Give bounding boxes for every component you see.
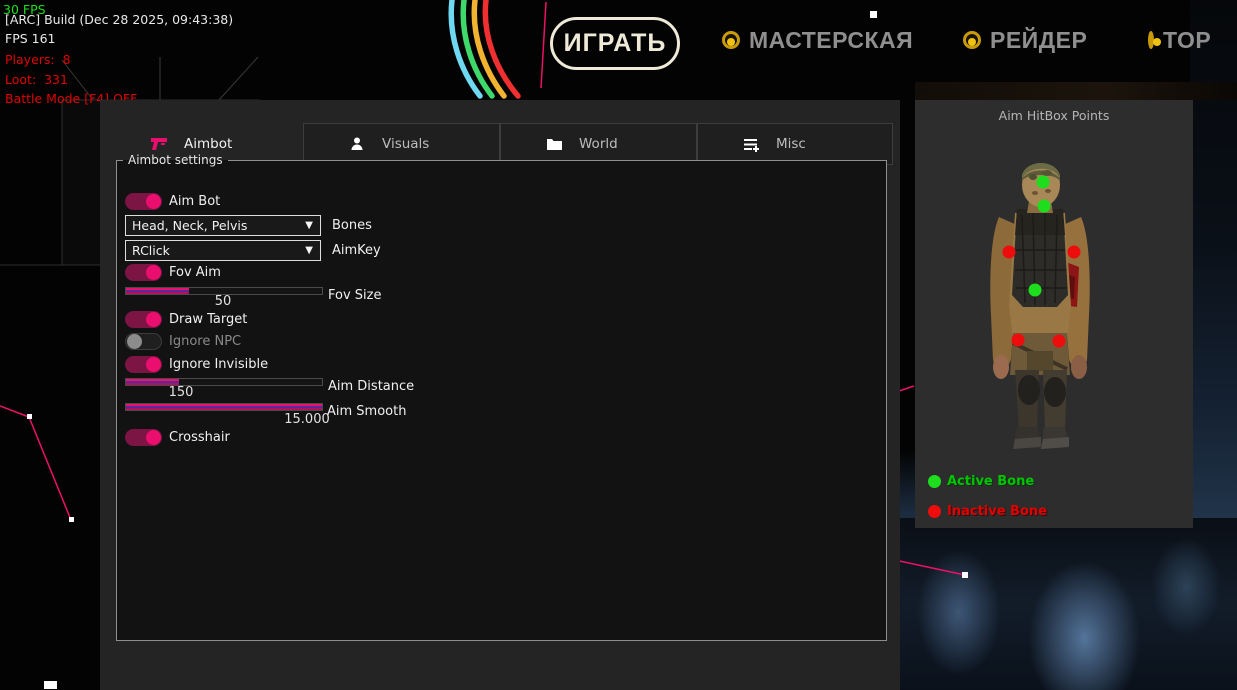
draw-target-toggle[interactable] <box>125 311 162 328</box>
aimkey-select-value: RClick <box>132 243 305 258</box>
aim-bot-label: Aim Bot <box>169 194 220 209</box>
bone-point-head[interactable] <box>1037 176 1050 189</box>
ignore-invisible-toggle[interactable] <box>125 356 162 373</box>
game-world-bottom <box>898 518 1237 690</box>
aimkey-select[interactable]: RClick ▼ <box>125 240 321 261</box>
tab-label: Aimbot <box>184 136 232 152</box>
coin-icon <box>1148 31 1154 49</box>
tab-label: Misc <box>776 136 806 152</box>
play-button[interactable]: ИГРАТЬ <box>550 17 680 70</box>
active-bone-dot-icon <box>928 475 941 488</box>
fov-aim-toggle[interactable] <box>125 264 162 281</box>
bones-select-value: Head, Neck, Pelvis <box>132 218 305 233</box>
crosshair-toggle[interactable] <box>125 429 162 446</box>
draw-target-label: Draw Target <box>169 312 247 327</box>
hud-fps: FPS 161 <box>5 31 56 46</box>
playlist-add-icon <box>742 135 760 153</box>
tab-label: Visuals <box>382 136 429 152</box>
chevron-down-icon: ▼ <box>305 245 313 256</box>
fov-aim-label: Fov Aim <box>169 265 221 280</box>
aimbot-settings-groupbox: Aimbot settings Aim Bot Head, Neck, Pelv… <box>116 153 887 641</box>
ignore-invisible-label: Ignore Invisible <box>169 357 268 372</box>
game-screen: 30 FPS [ARC] Build (Dec 28 2025, 09:43:3… <box>0 0 1237 690</box>
rainbow-neon-sign <box>440 0 560 100</box>
legend-active-bone: Active Bone <box>928 474 1034 489</box>
fov-size-label: Fov Size <box>328 288 381 303</box>
person-icon <box>348 135 366 153</box>
fov-size-value: 50 <box>193 294 253 309</box>
aim-smooth-value: 15.000 <box>277 412 337 427</box>
bone-point-right-arm[interactable] <box>1068 246 1081 259</box>
chevron-down-icon: ▼ <box>305 220 313 231</box>
bone-point-left-leg[interactable] <box>1012 334 1025 347</box>
bone-point-left-arm[interactable] <box>1003 246 1016 259</box>
groupbox-title: Aimbot settings <box>123 153 228 167</box>
bones-select[interactable]: Head, Neck, Pelvis ▼ <box>125 215 321 236</box>
legend-inactive-bone: Inactive Bone <box>928 504 1047 519</box>
aim-smooth-label: Aim Smooth <box>327 404 406 419</box>
ignore-npc-toggle[interactable] <box>125 333 162 350</box>
legend-label: Inactive Bone <box>947 504 1047 519</box>
menu-item-raider[interactable]: РЕЙДЕР <box>963 27 1087 53</box>
bone-point-neck[interactable] <box>1038 200 1051 213</box>
aim-bot-toggle[interactable] <box>125 193 162 210</box>
coin-icon <box>722 31 740 49</box>
menu-item-trader[interactable]: ТОРГО <box>1148 27 1210 53</box>
hud-build: [ARC] Build (Dec 28 2025, 09:43:38) <box>5 12 233 27</box>
hud-loot: Loot: 331 <box>5 72 68 87</box>
menu-item-label: РЕЙДЕР <box>990 27 1087 54</box>
menu-item-label: ТОРГО <box>1163 27 1210 53</box>
hitbox-points-layer <box>915 100 1193 528</box>
game-world-strip <box>915 82 1237 100</box>
aim-distance-label: Aim Distance <box>328 379 414 394</box>
aim-smooth-slider[interactable] <box>125 403 323 411</box>
bones-label: Bones <box>332 218 372 233</box>
gun-icon <box>150 135 168 153</box>
crosshair-label: Crosshair <box>169 430 230 445</box>
aim-distance-value: 150 <box>151 385 211 400</box>
tab-label: World <box>579 136 618 152</box>
menu-item-workshop[interactable]: МАСТЕРСКАЯ <box>722 27 913 53</box>
coin-icon <box>963 31 981 49</box>
bone-point-right-leg[interactable] <box>1053 335 1066 348</box>
aimkey-label: AimKey <box>332 243 381 258</box>
hud-players: Players: 8 <box>5 52 71 67</box>
ignore-npc-label: Ignore NPC <box>169 334 241 349</box>
bone-point-pelvis[interactable] <box>1029 284 1042 297</box>
folder-icon <box>545 135 563 153</box>
legend-label: Active Bone <box>947 474 1034 489</box>
inactive-bone-dot-icon <box>928 505 941 518</box>
hitbox-panel: Aim HitBox Points <box>915 100 1193 528</box>
menu-item-label: МАСТЕРСКАЯ <box>749 27 913 54</box>
